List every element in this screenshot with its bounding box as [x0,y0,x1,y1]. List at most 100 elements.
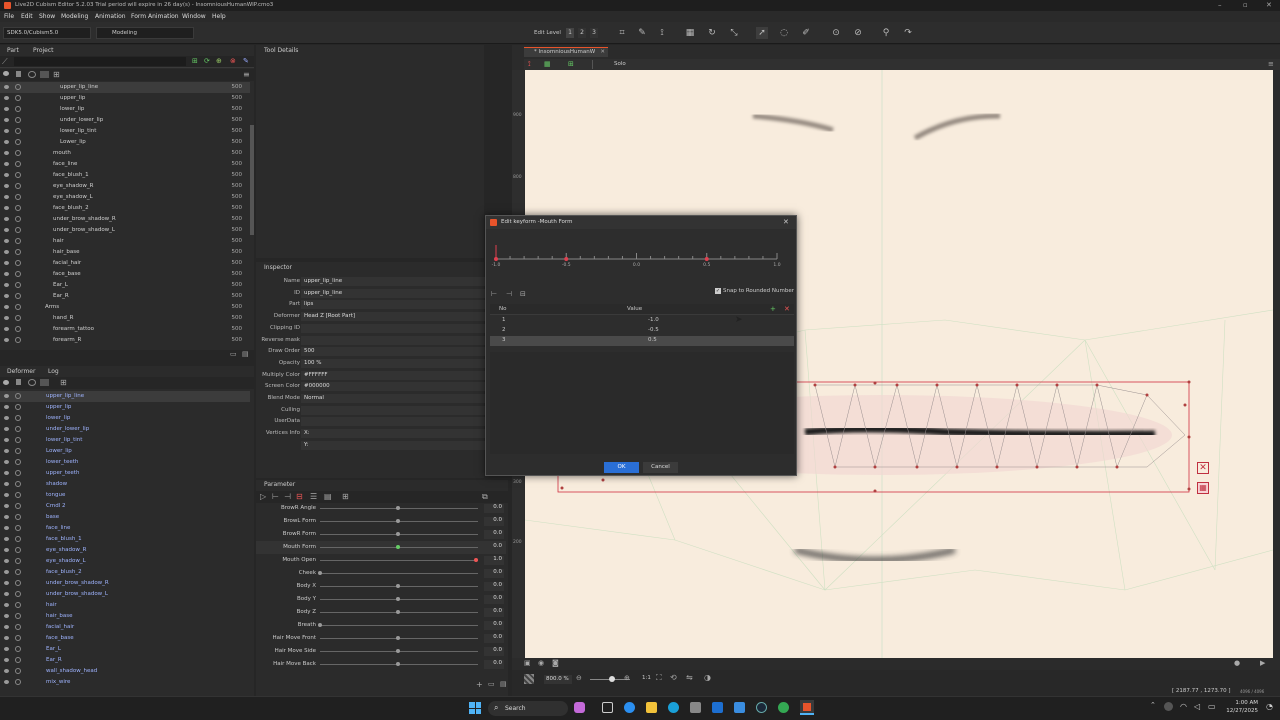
inspector-value[interactable]: 500 [301,347,486,357]
lock-icon[interactable] [15,646,21,652]
wifi-icon[interactable]: ◠ [1180,702,1187,711]
deformer-row[interactable]: wall_shadow_head [0,666,250,677]
parameter-thumb[interactable] [396,506,400,510]
task-view-icon[interactable] [602,702,613,713]
parameter-row[interactable]: Cheek 0.0 [256,567,506,580]
eye-icon[interactable] [4,305,9,309]
parameter-thumb[interactable] [396,597,400,601]
deformer-row[interactable]: face_line [0,523,250,534]
eye-icon[interactable] [4,559,9,563]
menu-file[interactable]: File [4,13,14,20]
eye-icon[interactable] [4,394,9,398]
deformer-expand-icon[interactable] [40,379,49,386]
deformer-row[interactable]: Lower_lip [0,446,250,457]
add-key-button[interactable]: ⊢ [491,290,497,298]
deformer-sort-icon[interactable]: ⊞ [60,378,67,387]
eye-icon[interactable] [4,184,9,188]
key-row[interactable]: 3 0.5 [490,336,794,346]
deform-path-icon[interactable]: ✎ [636,27,648,39]
lock-icon[interactable] [15,315,21,321]
eye-icon[interactable] [4,482,9,486]
eye-icon[interactable] [4,658,9,662]
parameter-thumb[interactable] [396,610,400,614]
part-row[interactable]: face_line 500 [0,159,250,170]
lock-icon[interactable] [15,404,21,410]
deformer-row[interactable]: lower_teeth [0,457,250,468]
parameter-row[interactable]: Mouth Open 1.0 [256,554,506,567]
parameter-row[interactable]: BrowR Form 0.0 [256,528,506,541]
remove-key-icon[interactable]: ⊟ [296,492,303,501]
eye-icon[interactable] [4,526,9,530]
part-row[interactable]: under_brow_shadow_L 500 [0,225,250,236]
inspector-value[interactable]: Y: [301,440,486,450]
eye-icon[interactable] [4,592,9,596]
inspector-value[interactable]: 100 % [301,358,486,368]
parameter-value[interactable]: 0.0 [484,517,504,526]
inspector-value[interactable]: X: [301,429,486,439]
maximize-icon[interactable]: ▫ [1243,1,1248,9]
cancel-button[interactable]: Cancel [643,462,678,473]
part-row[interactable]: Ear_R 500 [0,291,250,302]
parameter-row[interactable]: Body Y 0.0 [256,593,506,606]
lock-icon[interactable] [15,481,21,487]
expand-icon[interactable] [40,71,49,78]
part-row[interactable]: Arms 500 [0,302,250,313]
inspector-value[interactable]: upper_lip_line [301,288,486,298]
deformer-row[interactable]: upper_teeth [0,468,250,479]
lock-icon[interactable] [15,547,21,553]
parameter-value[interactable]: 0.0 [484,608,504,617]
keyform-key-marker[interactable] [564,257,569,261]
parameter-track[interactable] [320,573,478,574]
app-icon-1[interactable] [734,702,745,713]
link-icon[interactable]: ⊕ [216,57,222,65]
menu-edit[interactable]: Edit [21,13,33,20]
pin-panel-icon[interactable]: ✎ [243,57,249,65]
eye-icon[interactable] [4,107,9,111]
parameter-row[interactable]: Mouth Form 0.0 [256,541,506,554]
eye-icon[interactable] [4,206,9,210]
part-row[interactable]: Lower_lip 500 [0,137,250,148]
key-row[interactable]: 1 -1.0 [490,316,794,326]
lock-icon[interactable] [15,106,21,112]
part-row[interactable]: face_blush_1 500 [0,170,250,181]
edit-level-2-button[interactable]: 2 [578,28,586,38]
magnet-icon[interactable]: ⊘ [852,27,864,39]
menu-modeling[interactable]: Modeling [61,13,88,20]
lock-all-icon[interactable] [16,71,21,77]
deformer-row[interactable]: Ear_R [0,655,250,666]
param-sort-icon[interactable]: ⊞ [342,492,349,501]
ok-button[interactable]: OK [604,462,639,473]
battery-icon[interactable]: ▭ [1208,702,1216,711]
inspector-value[interactable]: #000000 [301,382,486,392]
play-param-icon[interactable]: ▷ [260,492,266,501]
inspector-value[interactable]: lips [301,300,486,310]
lock-icon[interactable] [15,613,21,619]
lock-icon[interactable] [15,415,21,421]
param-copy-icon[interactable]: ⧉ [482,492,488,502]
lock-icon[interactable] [15,426,21,432]
deformer-row[interactable]: lower_lip_tint [0,435,250,446]
eye-icon[interactable] [4,625,9,629]
lock-icon[interactable] [15,139,21,145]
parameter-track[interactable] [320,560,478,561]
part-row[interactable]: Ear_L 500 [0,280,250,291]
parameter-thumb[interactable] [396,662,400,666]
part-row[interactable]: eye_shadow_R 500 [0,181,250,192]
clock-date[interactable]: 12/27/2025 [1222,708,1258,714]
view-tool-2-icon[interactable]: ▦ [544,60,551,68]
glue-icon[interactable]: ⟟ [656,27,668,39]
eye-icon[interactable] [4,96,9,100]
lock-icon[interactable] [15,591,21,597]
eye-icon[interactable] [4,669,9,673]
part-row[interactable]: upper_lip_line 500 [0,82,250,93]
lock-icon[interactable] [15,624,21,630]
zoom-input[interactable]: 800.0 % [544,675,572,684]
lock-icon[interactable] [15,503,21,509]
lock-icon[interactable] [15,183,21,189]
keyform-ruler[interactable]: -1.0 -0.5 0.0 0.5 1.0 [490,232,792,272]
lock-icon[interactable] [15,205,21,211]
tray-icon-1[interactable] [1164,702,1173,711]
rotate-icon[interactable]: ↻ [706,27,718,39]
lock-icon[interactable] [15,238,21,244]
lock-icon[interactable] [15,679,21,685]
